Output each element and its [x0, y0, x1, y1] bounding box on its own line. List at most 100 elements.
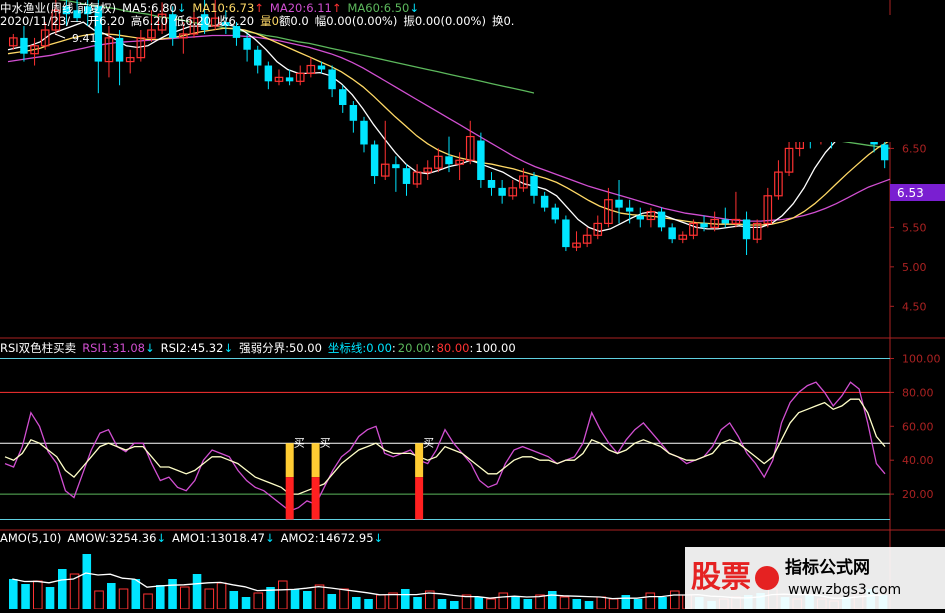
amo-bar: [401, 589, 410, 609]
amo-bar: [327, 594, 337, 609]
candle-body: [254, 49, 262, 66]
candle-body: [530, 176, 538, 196]
amo-bar: [339, 588, 349, 609]
buy-signal-bar-top: [311, 443, 320, 478]
candle-body: [742, 219, 751, 240]
amo-bar: [376, 594, 386, 609]
amplitude: 幅0.00(0.00%): [314, 14, 398, 28]
coord-20: 20.00: [397, 341, 431, 355]
amo-bar: [303, 591, 312, 609]
amow-label: AMOW:: [67, 531, 109, 545]
amo-bar: [82, 554, 92, 609]
rsi-tick-label: 80.00: [902, 386, 934, 399]
amo-bar: [314, 584, 325, 609]
candle-body: [317, 65, 326, 70]
candle-body: [657, 211, 666, 228]
amo-bar: [572, 599, 582, 609]
buy-signal-bar-bottom: [311, 477, 320, 520]
candle-body: [498, 187, 506, 196]
high-marker: 9.41: [54, 32, 97, 45]
current-price-tag: 6.53: [890, 184, 945, 201]
amo-bar: [608, 598, 619, 609]
amo-bar: [670, 590, 680, 609]
price-tick-label: 5.50: [902, 221, 927, 234]
close: 收6.20: [217, 14, 255, 28]
amo2-label: AMO2:: [280, 531, 319, 545]
high: 高6.20: [130, 14, 168, 28]
candle-body: [349, 105, 358, 121]
amo-bar: [486, 598, 496, 609]
price-tick-label: 6.50: [902, 142, 927, 155]
amo-bar: [559, 596, 570, 609]
buy-signal-label: 买: [294, 437, 305, 450]
watermark-brand: 股票: [691, 560, 751, 595]
amo-bar: [352, 597, 361, 609]
amo2-value: 14672.95: [318, 531, 374, 545]
amo-bar: [498, 592, 509, 609]
rsi-tick-label: 20.00: [902, 488, 934, 501]
coord-80: 80.00: [436, 341, 470, 355]
open: 开6.20: [87, 14, 125, 28]
amo-bar: [548, 591, 557, 609]
amo-bar: [511, 597, 520, 609]
buy-signal-bar-bottom: [285, 477, 294, 520]
coord-0: 0.00: [366, 341, 392, 355]
boundary-label: 强弱分界:: [239, 341, 289, 355]
rsi-title: RSI双色柱买卖: [0, 341, 77, 355]
candle-body: [700, 223, 708, 228]
amo-bar: [437, 599, 447, 609]
rsi1-value: 31.08: [112, 341, 145, 355]
candle-body: [721, 219, 730, 224]
amo-bar: [621, 595, 631, 609]
amo-bar: [290, 589, 300, 609]
amo-bar: [204, 588, 215, 609]
ohlc-header: 2020/11/23/— 开6.20 高6.20 低6.20 收6.20 量0额0.0 幅0…: [0, 13, 520, 29]
amo-bar: [143, 593, 153, 609]
candle-body: [445, 156, 453, 165]
amo-bar: [229, 591, 239, 609]
amo-bar: [131, 579, 141, 609]
amo-bar: [156, 585, 165, 609]
amo-bar: [241, 597, 251, 609]
amo2-arrow: ↓: [373, 531, 384, 545]
candle-body: [668, 227, 676, 240]
candle-body: [615, 199, 623, 208]
rsi2-arrow: ↓: [223, 341, 234, 355]
amo-bar: [523, 599, 533, 609]
volume: 量0: [260, 14, 279, 28]
amow-arrow: ↓: [156, 531, 167, 545]
amo-bar: [9, 579, 18, 609]
amo-bar: [107, 583, 116, 609]
turnover: 换0.: [491, 14, 515, 28]
stock-chart: 7.507.006.506.005.505.004.50 100.0080.00…: [0, 0, 945, 609]
amo-bar: [596, 596, 607, 609]
watermark-text2: www.zbgs3.com: [788, 582, 901, 598]
amo-bar: [388, 592, 398, 609]
mask-block-top: [534, 15, 945, 142]
amo-bar: [216, 582, 227, 609]
watermark-text1: 指标公式网: [785, 557, 870, 578]
candle-body: [115, 37, 124, 62]
amo-bar: [45, 587, 55, 609]
amo-bar: [278, 580, 288, 609]
amo-bar: [450, 601, 459, 609]
amo-bar: [633, 599, 643, 609]
date: 2020/11/23/—: [0, 14, 82, 28]
current-price-value: 6.53: [897, 186, 924, 200]
candle-body: [285, 77, 294, 82]
rsi-tick-label: 40.00: [902, 454, 934, 467]
rsi-panel: 100.00 80.00 60.00 40.00 20.00 买 买 买: [0, 352, 941, 521]
boundary-value: 50.00: [288, 341, 322, 355]
amo-bar: [21, 584, 30, 609]
amo-bar: [192, 574, 202, 609]
candle-body: [487, 180, 496, 188]
amo-title: AMO(5,10): [0, 531, 62, 545]
candle-body: [540, 195, 549, 208]
rsi1-arrow: ↓: [145, 341, 155, 355]
high-marker-label: 9.41: [72, 32, 97, 45]
candle-body: [636, 215, 644, 220]
candle-body: [551, 207, 559, 220]
buy-signal-bar-top: [415, 443, 424, 478]
candle-body: [328, 69, 336, 90]
buy-signal-bar-bottom: [415, 477, 424, 520]
